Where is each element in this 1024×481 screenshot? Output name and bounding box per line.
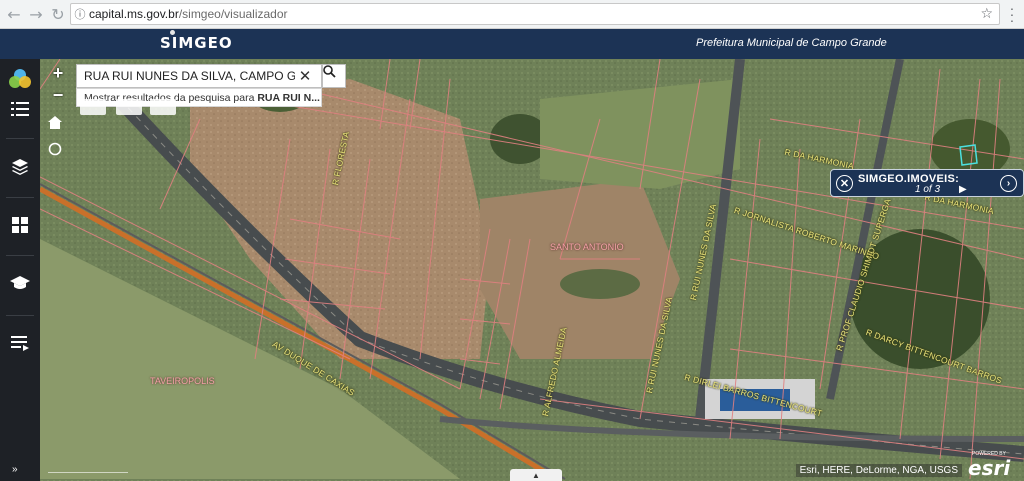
- aerial-imagery: [40, 59, 1024, 481]
- neighborhood-label: SANTO ANTONIO: [550, 242, 624, 252]
- bookmark-star-icon[interactable]: ☆: [980, 6, 993, 22]
- reload-button[interactable]: ↻: [47, 3, 69, 25]
- search-button[interactable]: [322, 64, 346, 88]
- legend-list-icon[interactable]: [0, 89, 40, 129]
- zoom-out-button[interactable]: −: [48, 85, 68, 105]
- organization-name: Prefeitura Municipal de Campo Grande: [696, 37, 887, 49]
- popup-count: 1 of 3: [915, 184, 941, 195]
- app-header: SIMGEO Prefeitura Municipal de Campo Gra…: [0, 29, 1024, 59]
- locate-icon: [48, 142, 62, 156]
- info-icon[interactable]: ⓘ: [71, 6, 89, 22]
- address-bar[interactable]: ⓘ capital.ms.gov.br/simgeo/visualizador …: [70, 3, 1000, 25]
- measure-tool-button[interactable]: [116, 99, 142, 115]
- clear-search-icon[interactable]: ✕: [295, 67, 315, 85]
- app-brand: SIMGEO: [160, 34, 233, 52]
- collapse-panel-button[interactable]: ▲: [510, 469, 562, 481]
- sidebar-divider: [6, 138, 34, 139]
- browser-toolbar: ← → ↻ ⓘ capital.ms.gov.br/simgeo/visuali…: [0, 0, 1024, 29]
- scale-bar: [48, 472, 128, 473]
- zoom-in-button[interactable]: +: [48, 63, 68, 83]
- search-icon: [323, 65, 336, 78]
- esri-logo-text: esri: [968, 456, 1011, 480]
- popup-pointer-icon: ▶: [959, 184, 967, 195]
- home-button[interactable]: [48, 116, 68, 136]
- next-feature-icon[interactable]: ›: [1000, 175, 1017, 192]
- draw-tool-button[interactable]: [80, 99, 106, 115]
- education-cap-icon[interactable]: [0, 263, 40, 303]
- locate-button[interactable]: [48, 142, 68, 162]
- back-button[interactable]: ←: [3, 3, 25, 25]
- suggestion-term: RUA RUI N...: [257, 92, 320, 104]
- expand-sidebar-icon[interactable]: »: [12, 464, 18, 475]
- search-box: ✕: [76, 64, 322, 88]
- sidebar-divider: [6, 255, 34, 256]
- search-input[interactable]: [77, 66, 295, 86]
- neighborhood-label: TAVEIROPOLIS: [150, 376, 215, 386]
- popup-title: SIMGEO.IMOVEIS:: [858, 173, 960, 185]
- sidebar-divider: [6, 315, 34, 316]
- map-attribution: Esri, HERE, DeLorme, NGA, USGS: [795, 464, 962, 477]
- map-view[interactable]: R FLORESTA R DA HARMONIA R DA HARMONIA R…: [40, 59, 1024, 481]
- url-path: /simgeo/visualizador: [178, 7, 288, 21]
- browser-menu-icon[interactable]: · · ·: [1006, 1, 1018, 27]
- forward-button[interactable]: →: [25, 3, 47, 25]
- search-suggestion[interactable]: Mostrar resultados da pesquisa para RUA …: [76, 88, 322, 107]
- close-popup-icon[interactable]: ✕: [836, 175, 853, 192]
- layers-icon[interactable]: [0, 147, 40, 187]
- esri-logo[interactable]: POWERED BY esri: [966, 451, 1020, 480]
- sidebar: »: [0, 59, 40, 481]
- notes-list-icon[interactable]: [0, 323, 40, 363]
- print-tool-button[interactable]: [150, 99, 176, 115]
- home-icon: [48, 116, 62, 129]
- feature-popup: ✕ SIMGEO.IMOVEIS: 1 of 3 ▶ ›: [830, 169, 1024, 197]
- widgets-grid-icon[interactable]: [0, 205, 40, 245]
- sidebar-divider: [6, 197, 34, 198]
- url-host: capital.ms.gov.br: [89, 7, 179, 21]
